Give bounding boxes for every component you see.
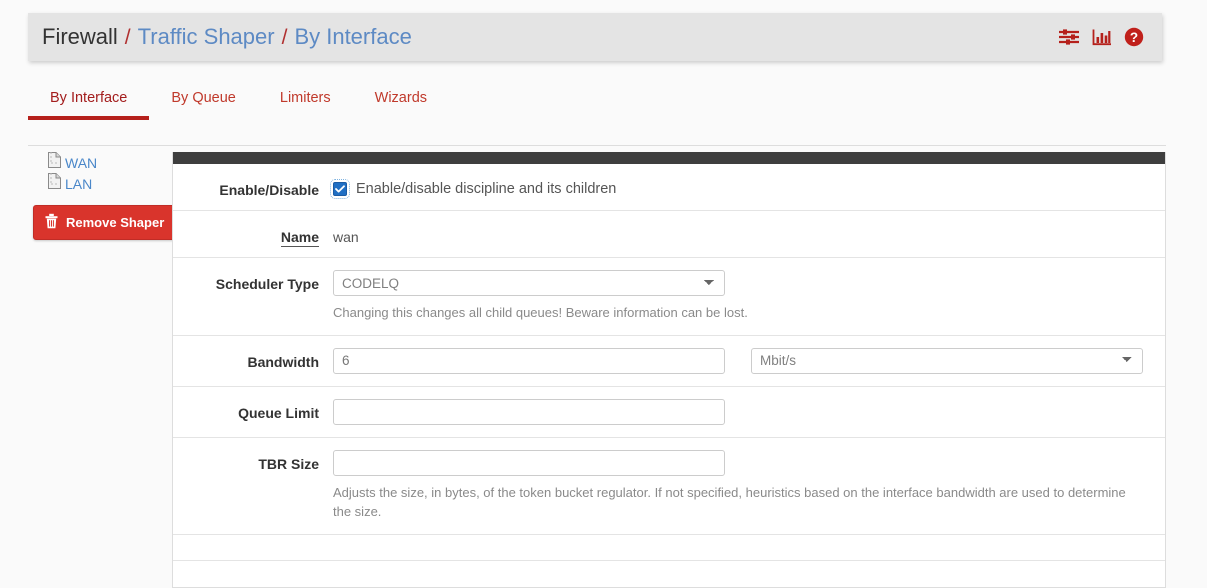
sliders-icon[interactable] <box>1058 28 1080 46</box>
panel-heading-bar <box>173 152 1165 164</box>
remove-shaper-button[interactable]: Remove Shaper <box>33 205 178 240</box>
remove-shaper-button-label: Remove Shaper <box>66 215 165 230</box>
label-name: Name <box>173 223 333 247</box>
tab-divider <box>28 145 1166 146</box>
tbr-size-help-text: Adjusts the size, in bytes, of the token… <box>333 484 1126 519</box>
name-value: wan <box>333 229 359 245</box>
tab-limiters-label: Limiters <box>279 90 331 106</box>
label-enable-disable: Enable/Disable <box>219 182 319 198</box>
form-row-name: Name wan <box>173 211 1165 258</box>
tbr-size-input[interactable] <box>333 449 725 476</box>
tab-limiters[interactable]: Limiters <box>258 86 353 120</box>
field-enable-disable: Enable/disable discipline and its childr… <box>330 176 1165 199</box>
form-row-scheduler-type: Scheduler Type CODELQ Changing this chan… <box>173 258 1165 336</box>
enable-disable-checkbox-label: Enable/disable discipline and its childr… <box>356 181 617 197</box>
form-row-queue-limit: Queue Limit <box>173 387 1165 438</box>
form-row-enable-disable: Enable/Disable Enable/disable discipline… <box>173 164 1165 211</box>
scheduler-type-select[interactable]: CODELQ <box>333 270 725 296</box>
field-scheduler-type: CODELQ Changing this changes all child q… <box>333 270 1165 323</box>
form-row-spacer-2 <box>173 561 1165 587</box>
tab-by-interface-label: By Interface <box>50 90 128 106</box>
tab-bar: By Interface By Queue Limiters Wizards <box>28 86 1166 130</box>
help-icon[interactable]: ? <box>1124 27 1144 47</box>
trash-icon <box>44 213 59 232</box>
tab-wizards[interactable]: Wizards <box>353 86 449 120</box>
bandwidth-input[interactable] <box>333 347 725 374</box>
tab-by-queue-label: By Queue <box>171 90 236 106</box>
label-scheduler-type: Scheduler Type <box>215 276 319 292</box>
breadcrumb-separator-2: / <box>281 26 288 49</box>
label-bandwidth: Bandwidth <box>247 353 319 370</box>
breadcrumb-link-by-interface[interactable]: By Interface <box>294 24 411 50</box>
field-queue-limit <box>333 398 1165 425</box>
tree-item-lan[interactable]: LAN <box>28 173 168 194</box>
tab-wizards-label: Wizards <box>374 90 428 106</box>
tree-item-wan[interactable]: WAN <box>28 152 168 173</box>
breadcrumb-separator-1: / <box>124 26 131 49</box>
tree-item-lan-label: LAN <box>65 175 93 192</box>
field-name: wan <box>333 223 1165 245</box>
queue-limit-input[interactable] <box>333 398 725 425</box>
svg-text:?: ? <box>1130 30 1138 45</box>
tree-item-wan-label: WAN <box>65 154 98 171</box>
breadcrumb-actions: ? <box>1058 27 1144 47</box>
scheduler-type-help-text: Changing this changes all child queues! … <box>333 305 748 320</box>
interface-settings-panel: Enable/Disable Enable/disable discipline… <box>172 152 1166 588</box>
form-row-bandwidth: Bandwidth Mbit/s <box>173 336 1165 387</box>
enable-disable-checkbox[interactable] <box>330 179 350 199</box>
breadcrumb-link-traffic-shaper[interactable]: Traffic Shaper <box>138 24 275 50</box>
chart-icon[interactable] <box>1092 28 1112 46</box>
breadcrumb: Firewall / Traffic Shaper / By Interface <box>42 24 412 50</box>
label-name-text: Name <box>280 229 319 247</box>
label-tbr-size: TBR Size <box>258 455 319 472</box>
tab-by-queue[interactable]: By Queue <box>149 86 258 120</box>
breadcrumb-bar: Firewall / Traffic Shaper / By Interface <box>28 13 1162 61</box>
field-tbr-size: Adjusts the size, in bytes, of the token… <box>333 449 1165 522</box>
label-queue-limit: Queue Limit <box>238 404 319 421</box>
field-bandwidth: Mbit/s <box>333 347 1165 374</box>
tree-connector-icon <box>50 173 62 194</box>
shaper-tree-sidebar: WAN LAN Remove Shaper <box>28 152 178 240</box>
tree-connector-icon <box>50 152 62 173</box>
bandwidth-unit-select[interactable]: Mbit/s <box>751 347 1143 374</box>
tab-by-interface[interactable]: By Interface <box>28 86 150 120</box>
breadcrumb-root: Firewall <box>42 24 118 49</box>
form-row-spacer-1 <box>173 535 1165 561</box>
form-row-tbr-size: TBR Size Adjusts the size, in bytes, of … <box>173 438 1165 535</box>
